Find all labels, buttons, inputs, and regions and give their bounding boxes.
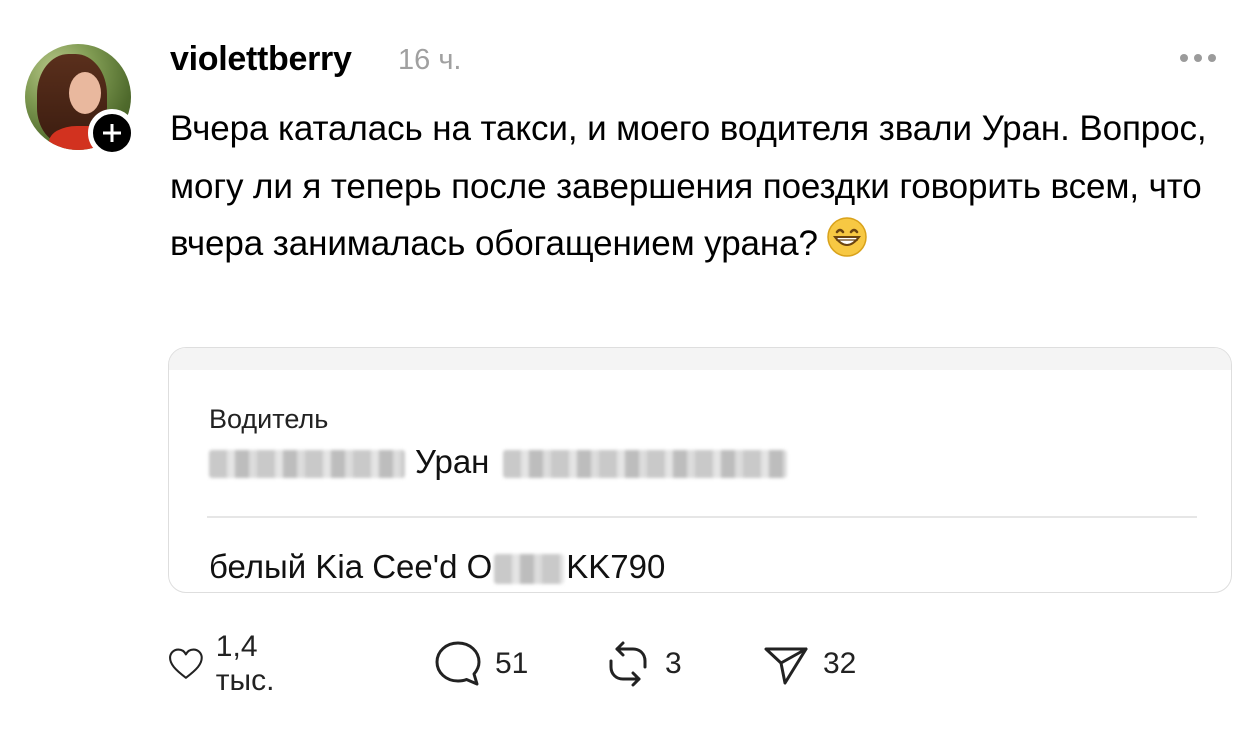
car-model: белый Kia Cee'd O [209, 548, 493, 585]
blurred-plate-digits [494, 554, 565, 585]
post-time: 16 ч. [398, 44, 462, 76]
car-info: белый Kia Cee'd O KK790 [209, 548, 665, 586]
shares-count: 32 [823, 647, 857, 680]
plus-icon [103, 124, 121, 142]
dot [1180, 54, 1188, 62]
more-dots-icon[interactable] [1180, 54, 1216, 62]
avatar-face [69, 72, 101, 114]
blurred-patronymic [503, 450, 788, 479]
repost-button[interactable]: 3 [603, 636, 682, 692]
blurred-surname [209, 450, 405, 479]
post-body: Вчера каталась на такси, и моего водител… [170, 109, 1207, 263]
repost-icon [609, 641, 647, 687]
card-label: Водитель [209, 404, 329, 434]
send-icon [764, 647, 808, 685]
share-button[interactable]: 32 [761, 636, 856, 692]
reposts-count: 3 [665, 647, 682, 680]
driver-name: Уран [415, 443, 490, 480]
username[interactable]: violettberry [170, 40, 352, 79]
post-text: Вчера каталась на такси, и моего водител… [170, 100, 1230, 276]
card-divider [207, 516, 1197, 518]
dot [1194, 54, 1202, 62]
driver-name-row: Уран [209, 443, 788, 481]
likes-count: 1,4 тыс. [215, 630, 275, 697]
grinning-face-emoji [826, 216, 868, 276]
like-button[interactable]: 1,4 тыс. [168, 630, 291, 697]
comment-button[interactable]: 51 [433, 636, 528, 692]
follow-button[interactable] [88, 109, 136, 157]
card-top-strip [169, 348, 1231, 370]
car-plate-suffix: KK790 [566, 548, 666, 585]
comment-bubble-icon [435, 641, 481, 686]
ride-card[interactable]: Водитель Уран белый Kia Cee'd O KK790 [168, 347, 1232, 593]
dot [1208, 54, 1216, 62]
heart-icon [169, 648, 203, 679]
comments-count: 51 [495, 647, 529, 680]
